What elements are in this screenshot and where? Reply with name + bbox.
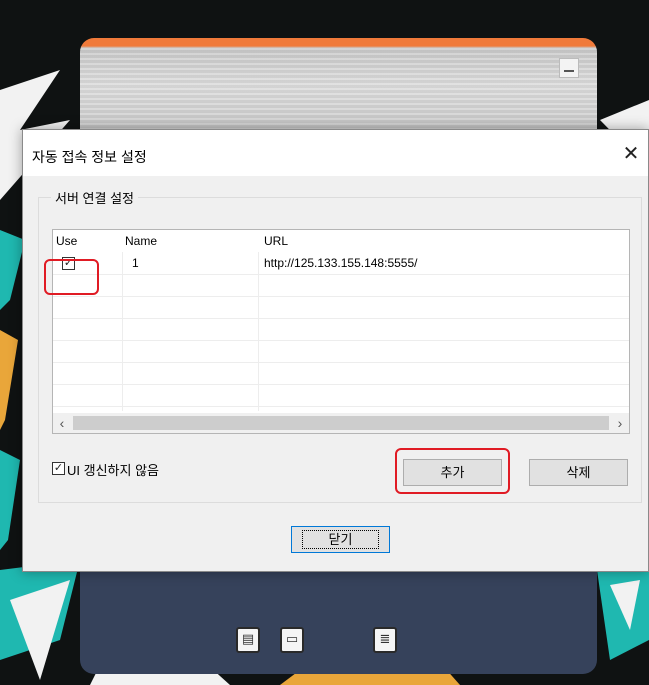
document-icon[interactable]: ≣	[373, 627, 397, 653]
close-icon[interactable]: ✕	[614, 140, 648, 168]
column-url[interactable]: URL	[264, 234, 288, 248]
column-divider	[258, 252, 259, 411]
auto-connect-dialog: 자동 접속 정보 설정 ✕ 서버 연결 설정 Use Name URL ✓ 1 …	[22, 129, 649, 572]
annotation-highlight-use-checkbox	[44, 259, 99, 295]
dialog-titlebar[interactable]: 자동 접속 정보 설정 ✕	[23, 130, 648, 176]
no-update-checkbox[interactable]: ✓	[52, 462, 65, 475]
row-url: http://125.133.155.148:5555/	[264, 256, 418, 270]
row-name: 1	[132, 256, 139, 270]
launcher-footer	[80, 570, 597, 674]
table-row-empty	[53, 318, 629, 341]
no-update-label[interactable]: UI 갱신하지 않음	[67, 460, 159, 479]
table-row-empty	[53, 296, 629, 319]
table-row-empty	[53, 384, 629, 407]
dialog-title: 자동 접속 정보 설정	[32, 149, 147, 165]
scrollbar-thumb[interactable]	[73, 416, 609, 430]
list-header: Use Name URL	[53, 230, 629, 252]
column-divider	[122, 252, 123, 411]
column-use[interactable]: Use	[56, 234, 77, 248]
table-row-empty	[53, 274, 629, 297]
window-icon[interactable]: ▭	[280, 627, 304, 653]
annotation-highlight-add-button	[395, 448, 510, 494]
close-dialog-button[interactable]: 닫기	[291, 526, 390, 553]
chevron-left-icon[interactable]: ‹	[53, 413, 71, 433]
minimize-icon[interactable]	[559, 58, 579, 78]
window-stack-icon[interactable]: ▤	[236, 627, 260, 653]
table-row-empty	[53, 362, 629, 385]
table-row-empty	[53, 340, 629, 363]
close-dialog-label: 닫기	[301, 530, 380, 549]
table-row[interactable]: ✓ 1 http://125.133.155.148:5555/	[53, 252, 629, 275]
horizontal-scrollbar[interactable]: ‹ ›	[53, 413, 629, 433]
server-list[interactable]: Use Name URL ✓ 1 http://125.133.155.148:…	[52, 229, 630, 434]
column-name[interactable]: Name	[125, 234, 157, 248]
chevron-right-icon[interactable]: ›	[611, 413, 629, 433]
delete-button[interactable]: 삭제	[529, 459, 628, 486]
group-label: 서버 연결 설정	[51, 188, 138, 207]
